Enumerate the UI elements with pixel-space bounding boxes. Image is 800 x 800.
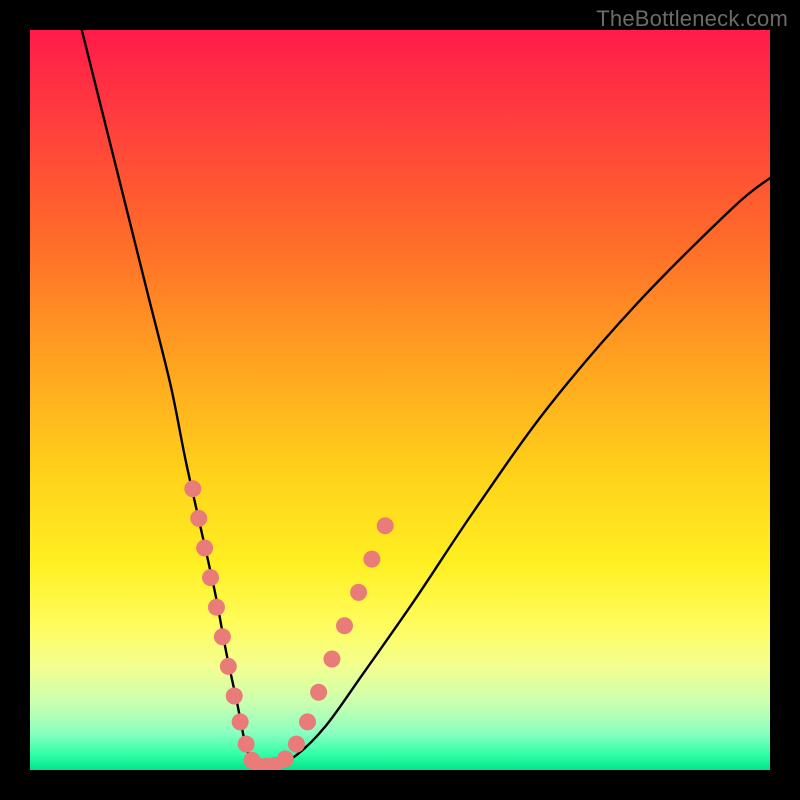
highlight-dot — [377, 517, 394, 534]
highlight-dot — [336, 617, 353, 634]
highlight-dots-group — [184, 480, 393, 770]
highlight-dot — [299, 713, 316, 730]
highlight-dot — [226, 688, 243, 705]
highlight-dot — [323, 651, 340, 668]
chart-frame: TheBottleneck.com — [0, 0, 800, 800]
highlight-dot — [184, 480, 201, 497]
highlight-dot — [277, 750, 294, 767]
watermark-text: TheBottleneck.com — [596, 6, 788, 32]
highlight-dot — [363, 551, 380, 568]
highlight-dot — [202, 569, 219, 586]
highlight-dot — [196, 540, 213, 557]
highlight-dot — [350, 584, 367, 601]
chart-svg — [30, 30, 770, 770]
highlight-dot — [238, 736, 255, 753]
plot-area — [30, 30, 770, 770]
highlight-dot — [310, 684, 327, 701]
highlight-dot — [208, 599, 225, 616]
bottleneck-curve — [82, 30, 770, 767]
highlight-dot — [232, 713, 249, 730]
highlight-dot — [288, 736, 305, 753]
highlight-dot — [190, 510, 207, 527]
highlight-dot — [214, 628, 231, 645]
highlight-dot — [220, 658, 237, 675]
